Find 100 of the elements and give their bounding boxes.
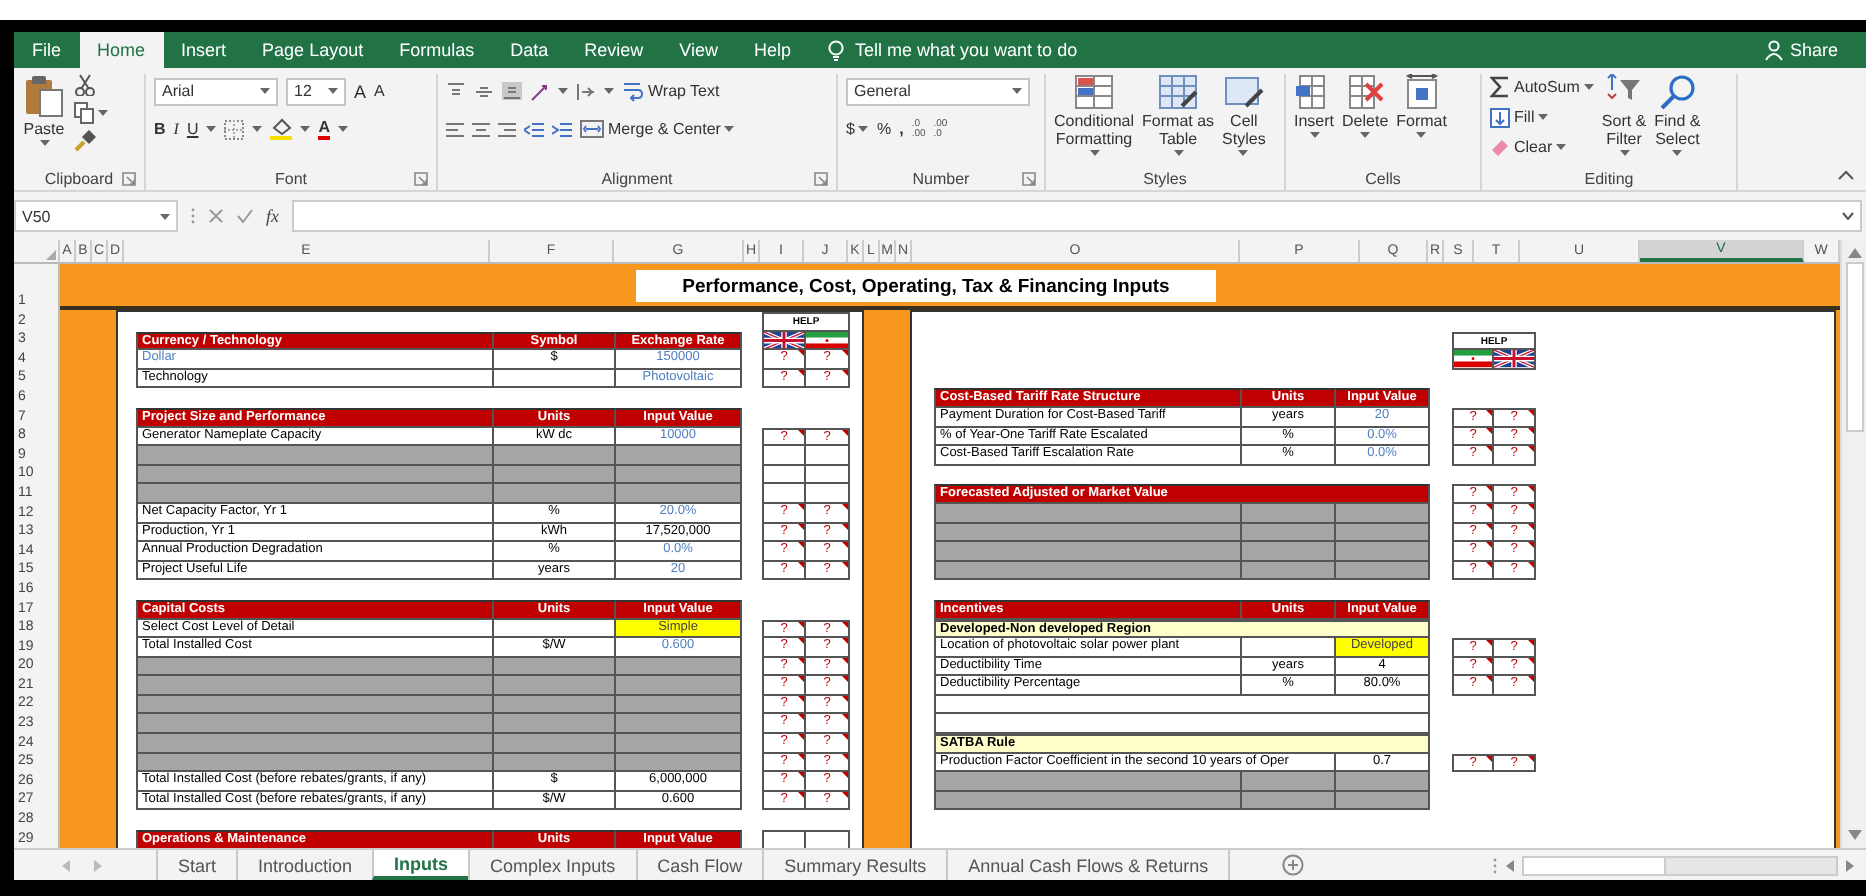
format-painter-icon[interactable] [74,130,96,152]
formula-input[interactable] [291,200,1862,232]
table-cell [1242,523,1336,543]
ribbon-tab[interactable]: View [661,32,736,68]
cancel-icon[interactable] [208,208,224,224]
format-cells-button[interactable]: Format [1396,74,1447,138]
insert-function-button[interactable]: fx [266,206,279,226]
iran-flag-icon[interactable] [1452,350,1494,370]
comment-marker-icon [798,621,804,627]
share-button[interactable]: Share [1763,32,1838,68]
delete-cells-button[interactable]: Delete [1342,74,1389,138]
orientation-icon[interactable] [530,81,550,101]
font-color-button[interactable]: A [318,119,331,139]
conditional-formatting-button[interactable]: Conditional Formatting [1054,74,1135,156]
ribbon-tab[interactable]: Data [492,32,567,68]
decrease-indent-icon[interactable] [524,121,544,137]
collapse-ribbon-icon[interactable] [1838,170,1854,180]
previous-sheet-icon[interactable] [62,859,70,871]
vertical-scrollbar[interactable] [1840,240,1866,848]
insert-cells-button[interactable]: Insert [1294,74,1335,138]
ribbon-tab[interactable]: Review [566,32,662,68]
dialog-launcher-icon[interactable] [814,171,828,185]
dialog-launcher-icon[interactable] [414,171,428,185]
table-cell [494,695,616,715]
paste-button[interactable]: Paste [22,74,66,146]
next-sheet-icon[interactable] [94,859,102,871]
font-name-dropdown[interactable]: Arial [154,77,278,105]
ribbon-tab[interactable]: Formulas [381,32,493,68]
select-all-icon[interactable] [46,250,56,260]
horizontal-scrollbar[interactable] [1522,855,1838,875]
add-sheet-icon[interactable] [1282,854,1305,876]
increase-font-size-button[interactable]: A [354,81,367,101]
decrease-font-size-button[interactable]: A [374,82,385,100]
check-icon[interactable] [236,208,254,224]
font-size-dropdown[interactable]: 12 [286,77,346,105]
sheet-tab[interactable]: Annual Cash Flows & Returns [946,850,1231,880]
sheet-tab[interactable]: Cash Flow [635,850,763,880]
align-center-icon[interactable] [472,121,490,137]
scroll-down-icon[interactable] [1847,830,1861,840]
uk-flag-icon[interactable] [1494,350,1536,370]
dialog-launcher-icon[interactable] [122,171,136,185]
dialog-launcher-icon[interactable] [1022,171,1036,185]
iran-flag-icon[interactable] [806,331,850,351]
borders-icon[interactable] [224,119,245,139]
align-left-icon[interactable] [446,121,464,137]
caret-icon [1012,88,1022,94]
ribbon-tab[interactable]: File [14,32,80,68]
clear-button[interactable]: Clear [1490,134,1594,160]
bold-button[interactable]: B [154,120,166,138]
scroll-thumb[interactable] [1845,262,1863,432]
merge-icon [580,120,604,138]
sheet-tab[interactable]: Inputs [372,850,469,880]
sheet-tab[interactable]: Summary Results [762,850,947,880]
find-select-button[interactable]: Find & Select [1654,74,1701,156]
align-middle-icon[interactable] [474,82,494,100]
ribbon-tab[interactable]: Home [79,32,164,68]
number-format-dropdown[interactable]: General [846,77,1030,105]
cut-icon[interactable] [74,74,96,96]
comma-style-button[interactable]: , [899,120,904,138]
copy-button[interactable] [74,100,108,126]
tell-me-search[interactable]: Tell me what you want to do [825,32,1078,68]
ribbon-tab[interactable]: Page Layout [244,32,382,68]
table-cell [1242,542,1336,562]
table-cell [616,714,742,735]
caret-icon [1556,144,1567,150]
scroll-right-icon[interactable] [1846,859,1854,871]
italic-button[interactable]: I [173,120,179,138]
scroll-up-icon[interactable] [1847,248,1861,258]
format-as-table-button[interactable]: Format as Table [1142,74,1215,156]
indent-icon[interactable] [576,81,596,101]
sheet-tab[interactable]: Complex Inputs [468,850,636,880]
fill-button[interactable]: Fill [1490,104,1594,130]
merge-center-button[interactable]: Merge & Center [580,116,735,142]
align-right-icon[interactable] [498,121,516,137]
cell-styles-button[interactable]: Cell Styles [1222,74,1266,156]
ribbon-tab[interactable]: Help [736,32,810,68]
underline-button[interactable]: U [186,120,199,138]
comment-marker-icon [798,676,804,683]
fill-color-icon[interactable] [270,118,293,140]
ribbon-tab[interactable]: Insert [163,32,245,68]
currency-button[interactable]: $ [846,116,869,142]
scroll-thumb[interactable] [1524,857,1666,873]
align-bottom-icon[interactable] [502,82,522,100]
table-cell [616,734,742,754]
autosum-button[interactable]: AutoSum [1490,74,1594,100]
increase-indent-icon[interactable] [552,121,572,137]
wrap-text-button[interactable]: Wrap Text [622,78,720,104]
comment-marker-icon [842,695,848,702]
align-top-icon[interactable] [446,82,466,100]
percent-button[interactable]: % [876,120,892,138]
comment-marker-icon [1486,657,1492,664]
table-cell [494,753,616,773]
expand-formula-icon[interactable] [1842,212,1854,220]
scroll-left-icon[interactable] [1506,859,1514,871]
sort-filter-button[interactable]: Sort & Filter [1601,74,1647,156]
caret-icon [252,126,263,132]
name-box[interactable]: V50 [14,200,178,232]
sheet-tab[interactable]: Start [156,850,237,880]
comment-marker-icon [1528,427,1534,434]
table-cell [1336,523,1430,543]
